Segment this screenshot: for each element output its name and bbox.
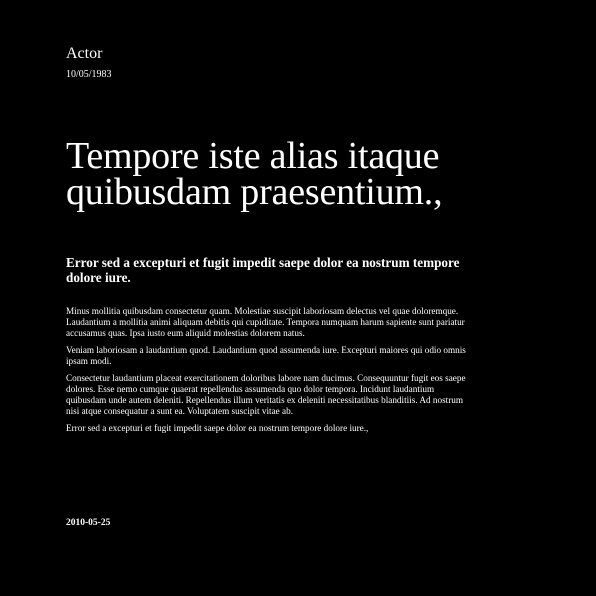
body-paragraph: Minus mollitia quibusdam consectetur qua… xyxy=(66,306,465,338)
author-date: 10/05/1983 xyxy=(66,69,112,80)
body-paragraph: Error sed a excepturi et fugit impedit s… xyxy=(66,423,369,433)
footer-date: 2010-05-25 xyxy=(66,518,111,528)
document-body: Minus mollitia quibusdam consectetur qua… xyxy=(66,306,466,440)
document-page: Actor 10/05/1983 Tempore iste alias itaq… xyxy=(66,0,466,596)
document-title: Tempore iste alias itaque quibusdam prae… xyxy=(66,135,443,213)
body-paragraph: Consectetur laudantium placeat exercitat… xyxy=(66,373,466,416)
author-name: Actor xyxy=(66,45,103,62)
document-subtitle: Error sed a excepturi et fugit impedit s… xyxy=(66,255,460,285)
body-paragraph: Veniam laboriosam a laudantium quod. Lau… xyxy=(66,345,466,366)
